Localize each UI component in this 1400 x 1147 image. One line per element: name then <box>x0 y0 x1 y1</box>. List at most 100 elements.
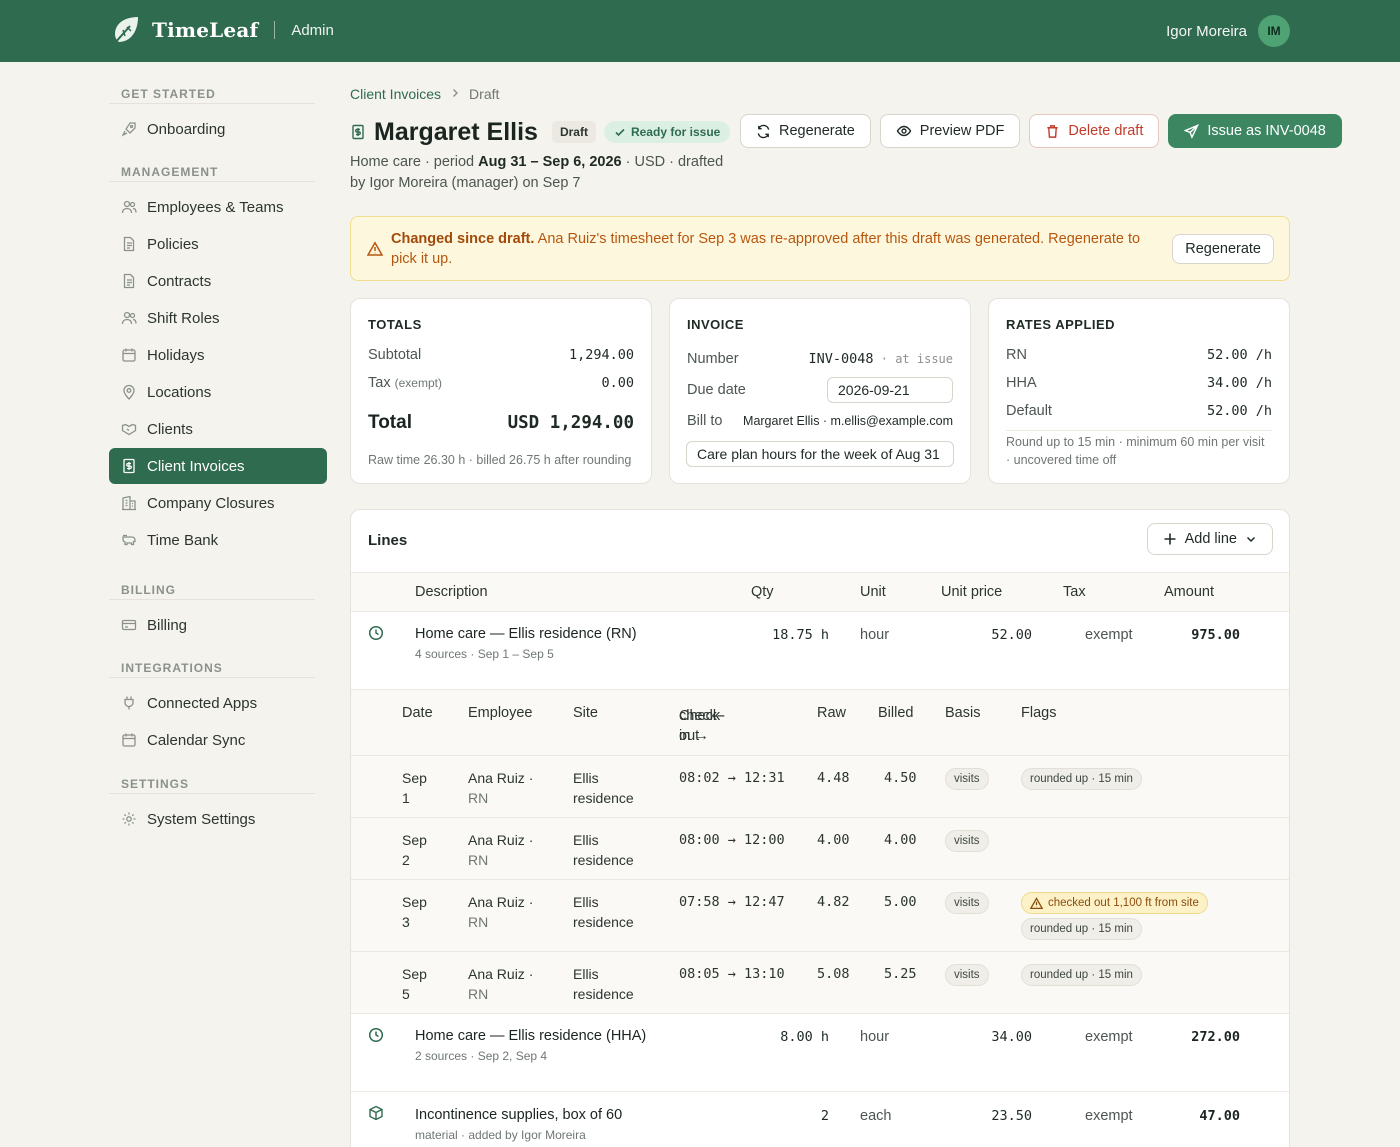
add-line-button[interactable]: Add line <box>1146 523 1273 555</box>
regenerate-button[interactable]: Regenerate <box>740 114 871 148</box>
line-meta: material · added by Igor Moreira <box>415 1128 586 1142</box>
delete-draft-button[interactable]: Delete draft <box>1029 114 1160 148</box>
rate-row: HHA 34.00 /h <box>1006 375 1272 391</box>
flag-pill: rounded up · 15 min <box>1021 918 1142 940</box>
due-date-input[interactable]: 2026-09-21 <box>827 377 953 403</box>
source-date-day: 1 <box>402 790 410 806</box>
invoice-subtitle: Home care · period Aug 31 – Sep 6, 2026 … <box>350 152 730 194</box>
source-site-line1: Ellis <box>573 832 599 848</box>
leaf-logo-icon <box>113 17 138 45</box>
brand[interactable]: TimeLeaf Admin <box>110 14 334 46</box>
sidebar-item-time-bank[interactable]: Time Bank <box>109 522 327 558</box>
sidebar-item-clients[interactable]: Clients <box>109 411 327 447</box>
source-employee-role: RN <box>468 986 489 1002</box>
col-site: Site <box>573 705 598 721</box>
due-label: Due date <box>687 382 746 398</box>
source-date: Sep 5 <box>402 964 427 1004</box>
chevron-right-icon <box>449 86 461 102</box>
source-row[interactable]: Sep 2 Ana Ruiz · RN Ellis residence 08:00 →… <box>351 818 1289 880</box>
line-row[interactable]: Home care — Ellis residence (HHA) 2 sour… <box>351 1014 1289 1092</box>
source-row[interactable]: Sep 1 Ana Ruiz · RN Ellis residence 08:02 →… <box>351 756 1289 818</box>
source-row[interactable]: Sep 5 Ana Ruiz · RN Ellis residence 08:05 →… <box>351 952 1289 1014</box>
col-billed: Billed <box>878 705 914 721</box>
page-header: Margaret Ellis Draft Ready for issue Reg… <box>350 114 1342 150</box>
number-label: Number <box>687 351 739 367</box>
ready-badge: Ready for issue <box>603 121 731 143</box>
source-date-month: Sep <box>402 966 427 982</box>
issue-invoice-button[interactable]: Issue as INV-0048 <box>1168 114 1342 148</box>
col-unit-price: Unit price <box>941 584 1003 600</box>
col-tax: Tax <box>1063 584 1086 600</box>
invoice-number-value: INV-0048 <box>808 351 874 367</box>
source-site-line1: Ellis <box>573 894 599 910</box>
building-icon <box>121 495 137 511</box>
sidebar-item-label: Onboarding <box>147 120 226 138</box>
gear-icon <box>121 811 137 827</box>
sidebar-item-billing[interactable]: Billing <box>109 607 327 643</box>
line-tax: exempt <box>1085 1029 1133 1045</box>
sidebar-item-shift-roles[interactable]: Shift Roles <box>109 300 327 336</box>
total-value: USD 1,294.00 <box>507 413 634 433</box>
totals-footnote: Raw time 26.30 h · billed 26.75 h after … <box>368 453 632 467</box>
col-unit: Unit <box>860 584 886 600</box>
source-employee-name: Ana Ruiz · <box>468 894 534 910</box>
source-row[interactable]: Sep 3 Ana Ruiz · RN Ellis residence 07:58 →… <box>351 880 1289 952</box>
memo-input[interactable]: Care plan hours for the week of Aug 31 <box>686 441 954 467</box>
users-icon <box>121 310 137 326</box>
lines-table-header: Description Qty Unit Unit price Tax Amou… <box>351 572 1289 612</box>
source-employee: Ana Ruiz · RN <box>468 964 533 1004</box>
warning-icon <box>1030 896 1043 909</box>
sidebar-item-system-settings[interactable]: System Settings <box>109 801 327 837</box>
sidebar-item-locations[interactable]: Locations <box>109 374 327 410</box>
source-site: Ellis residence <box>573 768 634 808</box>
basis-pill: visits <box>945 892 989 914</box>
sidebar-item-label: Shift Roles <box>147 309 220 327</box>
sidebar-item-label: Locations <box>147 383 212 401</box>
sidebar-item-label: System Settings <box>147 810 256 828</box>
totals-card: TOTALS Subtotal 1,294.00 Tax (exempt) 0.… <box>350 298 652 484</box>
avatar[interactable]: IM <box>1258 15 1290 47</box>
sidebar-item-client-invoices[interactable]: Client Invoices <box>109 448 327 484</box>
card-icon <box>121 617 137 633</box>
document-icon <box>121 273 137 289</box>
nav-section-billing: BILLING <box>109 580 315 600</box>
line-amount: 975.00 <box>1191 627 1240 643</box>
sidebar-item-holidays[interactable]: Holidays <box>109 337 327 373</box>
plug-icon <box>121 695 137 711</box>
sidebar-item-company-closures[interactable]: Company Closures <box>109 485 327 521</box>
line-row[interactable]: Incontinence supplies, box of 60 materia… <box>351 1092 1289 1147</box>
invoice-number-row: Number INV-0048 · at issue <box>687 351 953 367</box>
breadcrumb-current: Draft <box>469 86 500 102</box>
sidebar-item-calendar-sync[interactable]: Calendar Sync <box>109 722 327 758</box>
preview-pdf-button[interactable]: Preview PDF <box>879 114 1021 148</box>
invoice-card: INVOICE Number INV-0048 · at issue Due d… <box>669 298 971 484</box>
divider <box>1006 430 1272 431</box>
sidebar-item-connected-apps[interactable]: Connected Apps <box>109 685 327 721</box>
sidebar-item-contracts[interactable]: Contracts <box>109 263 327 299</box>
line-meta: 4 sources · Sep 1 – Sep 5 <box>415 647 554 661</box>
source-raw: 5.08 <box>817 966 850 982</box>
lines-title: Lines <box>368 532 408 549</box>
delete-label: Delete draft <box>1068 123 1144 139</box>
nav-section-management: MANAGEMENT <box>109 162 315 182</box>
user-menu[interactable]: Igor Moreira IM <box>1166 15 1290 47</box>
alert-regenerate-button[interactable]: Regenerate <box>1172 234 1274 264</box>
source-billed: 4.50 <box>884 770 917 786</box>
brand-divider <box>274 21 276 39</box>
alert-strong: Changed since draft. <box>391 231 535 247</box>
refresh-icon <box>757 124 770 138</box>
col-flags: Flags <box>1021 705 1057 721</box>
line-row[interactable]: Home care — Ellis residence (RN) 4 sourc… <box>351 612 1289 690</box>
sidebar-item-policies[interactable]: Policies <box>109 226 327 262</box>
sidebar-item-employees-teams[interactable]: Employees & Teams <box>109 189 327 225</box>
ready-label: Ready for issue <box>630 125 721 139</box>
total-row: Total USD 1,294.00 <box>368 412 634 434</box>
sidebar-item-onboarding[interactable]: Onboarding <box>109 111 327 147</box>
tax-note: (exempt) <box>394 376 442 390</box>
source-site-line2: residence <box>573 852 634 868</box>
basis-pill: visits <box>945 830 989 852</box>
line-price: 23.50 <box>991 1108 1032 1124</box>
bill-to-row: Bill to Margaret Ellis · m.ellis@example… <box>687 413 953 429</box>
bill-label: Bill to <box>687 413 723 429</box>
breadcrumb-client-invoices[interactable]: Client Invoices <box>350 86 441 102</box>
